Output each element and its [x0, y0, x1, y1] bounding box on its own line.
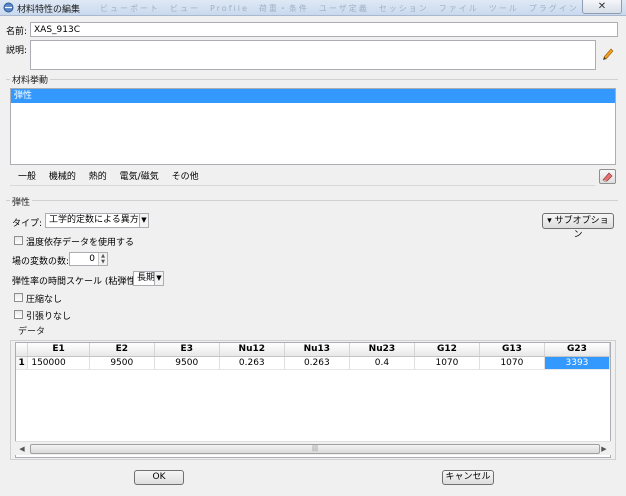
- background-menu-bar: ビューポート ビュー Profile 荷重・条件 ユーザ定義 セッション ファイ…: [100, 4, 619, 13]
- tab-other[interactable]: その他: [172, 170, 199, 185]
- row-number[interactable]: 1: [16, 356, 29, 370]
- edit-behavior-button[interactable]: [599, 169, 616, 184]
- type-label: タイプ:: [12, 219, 43, 229]
- temp-dependent-label: 温度依存データを使用する: [26, 238, 135, 248]
- table-row[interactable]: 1 150000 9500 9500 0.263 0.263 0.4 1070 …: [16, 356, 610, 370]
- material-behaviors-title: 材料挙動: [10, 73, 51, 86]
- column-header[interactable]: E3: [154, 343, 220, 357]
- table-cell[interactable]: 9500: [89, 356, 155, 370]
- scroll-right-icon[interactable]: ▶: [598, 443, 610, 455]
- column-header[interactable]: G23: [544, 343, 610, 357]
- no-tension-checkbox[interactable]: [14, 310, 23, 319]
- column-header[interactable]: G12: [414, 343, 480, 357]
- description-label: 説明:: [6, 46, 28, 56]
- table-cell[interactable]: 0.4: [349, 356, 415, 370]
- tab-electrical-magnetic[interactable]: 電気/磁気: [120, 170, 159, 185]
- timescale-label: 弾性率の時間スケール (粘弾性):: [12, 277, 142, 287]
- cancel-button[interactable]: キャンセル: [442, 470, 494, 485]
- window-title: 材料特性の編集: [17, 5, 81, 15]
- table-cell[interactable]: 0.263: [284, 356, 350, 370]
- chevron-down-icon: ▼: [154, 272, 163, 285]
- chevron-down-icon: ▼: [139, 214, 148, 227]
- spinner-arrows-icon[interactable]: ▲ ▼: [98, 253, 107, 265]
- ok-button[interactable]: OK: [134, 470, 184, 485]
- table-cell-selected[interactable]: 3393: [544, 356, 610, 370]
- table-cell[interactable]: 1070: [479, 356, 545, 370]
- elastic-title: 弾性: [10, 195, 33, 208]
- column-header[interactable]: Nu13: [284, 343, 350, 357]
- description-field[interactable]: [30, 40, 596, 70]
- no-tension-label: 引張りなし: [26, 312, 72, 322]
- column-header[interactable]: G13: [479, 343, 545, 357]
- behavior-menu-tabs: 一般 機械的 熱的 電気/磁気 その他: [10, 170, 595, 186]
- field-vars-label: 場の変数の数:: [12, 257, 70, 267]
- app-icon: [3, 2, 14, 13]
- data-table[interactable]: E1 E2 E3 Nu12 Nu13 Nu23 G12 G13 G23 1 15…: [16, 343, 610, 370]
- edit-material-dialog: 名前: XAS_913C 説明: 材料挙動 弾性 一般 機械的 熱的 電気/磁気…: [2, 17, 622, 495]
- tab-thermal[interactable]: 熱的: [89, 170, 107, 185]
- horizontal-scrollbar[interactable]: ◀ ||| ▶: [15, 441, 611, 455]
- table-cell[interactable]: 150000: [27, 356, 90, 370]
- name-field[interactable]: XAS_913C: [30, 22, 618, 37]
- column-header[interactable]: E1: [27, 343, 90, 357]
- data-title: データ: [16, 324, 48, 337]
- table-cell[interactable]: 1070: [414, 356, 480, 370]
- material-behaviors-list[interactable]: 弾性: [10, 88, 616, 165]
- field-vars-stepper[interactable]: 0 ▲ ▼: [69, 252, 108, 266]
- tab-mechanical[interactable]: 機械的: [49, 170, 76, 185]
- elastic-group-line: [6, 200, 618, 201]
- name-label: 名前:: [6, 27, 28, 37]
- table-header-row: E1 E2 E3 Nu12 Nu13 Nu23 G12 G13 G23: [16, 343, 610, 357]
- type-select[interactable]: 工学的定数による異方性 ▼: [45, 213, 149, 228]
- column-header[interactable]: Nu23: [349, 343, 415, 357]
- scroll-left-icon[interactable]: ◀: [16, 443, 28, 455]
- suboption-button[interactable]: ▾ サブオプション: [542, 213, 614, 240]
- close-button[interactable]: ✕: [582, 0, 622, 14]
- table-cell[interactable]: 0.263: [219, 356, 285, 370]
- tab-general[interactable]: 一般: [18, 170, 36, 185]
- corner-header: [16, 343, 29, 357]
- title-bar: 材料特性の編集 ビューポート ビュー Profile 荷重・条件 ユーザ定義 セ…: [0, 0, 626, 16]
- column-header[interactable]: E2: [89, 343, 155, 357]
- no-compression-label: 圧縮なし: [26, 295, 63, 305]
- no-compression-checkbox[interactable]: [14, 293, 23, 302]
- timescale-select[interactable]: 長期 ▼: [133, 271, 164, 286]
- eraser-icon: [602, 172, 613, 183]
- table-cell[interactable]: 9500: [154, 356, 220, 370]
- behaviors-group-line: [6, 79, 618, 80]
- field-vars-value: 0: [89, 254, 95, 264]
- scrollbar-thumb[interactable]: |||: [30, 444, 600, 454]
- timescale-select-value: 長期: [137, 273, 156, 283]
- type-select-value: 工学的定数による異方性: [49, 215, 148, 225]
- list-item[interactable]: 弾性: [11, 89, 615, 103]
- column-header[interactable]: Nu12: [219, 343, 285, 357]
- temp-dependent-checkbox[interactable]: [14, 236, 23, 245]
- pencil-icon[interactable]: [601, 46, 615, 60]
